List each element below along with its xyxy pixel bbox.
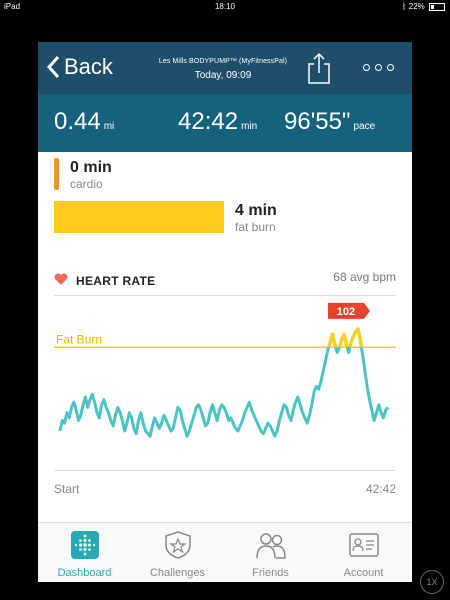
chart-start-label: Start — [54, 482, 80, 496]
share-icon — [308, 52, 330, 84]
battery-icon — [429, 2, 445, 11]
distance-stat: 0.44 mi — [54, 108, 114, 136]
chart-baseline — [54, 470, 396, 471]
more-dot-icon — [387, 64, 394, 71]
chevron-left-icon — [46, 55, 60, 79]
fat-burn-line-label: Fat Burn — [56, 332, 102, 346]
tab-dashboard[interactable]: Dashboard — [38, 523, 131, 582]
heart-rate-avg: 68 avg bpm — [333, 270, 396, 284]
section-divider — [54, 295, 396, 296]
share-button[interactable] — [306, 51, 332, 90]
fat-burn-bar — [54, 201, 224, 233]
duration-stat: 42:42 min — [178, 108, 257, 136]
app-window: Back Les Mills BODYPUMP™ (MyFitnessPal) … — [38, 42, 412, 582]
more-dot-icon — [363, 64, 370, 71]
pace-value: 96'55" — [284, 108, 351, 135]
tab-account[interactable]: Account — [317, 523, 410, 582]
activity-title: Les Mills BODYPUMP™ (MyFitnessPal) Today… — [138, 58, 308, 81]
battery-percent: 22% — [408, 2, 425, 11]
stats-bar: 0.44 mi 42:42 min 96'55" pace — [38, 94, 412, 152]
battery-status: ᛒ 22% — [402, 2, 445, 11]
heart-rate-header: HEART RATE 68 avg bpm — [54, 270, 396, 294]
peak-value: 102 — [337, 306, 355, 318]
status-bar: iPad 18:10 ᛒ 22% — [0, 0, 450, 14]
more-dot-icon — [375, 64, 382, 71]
cardio-value: 0 min — [70, 159, 112, 176]
friends-icon — [256, 533, 286, 559]
fat-burn-value: 4 min — [235, 202, 277, 219]
activity-time: Today, 09:09 — [194, 70, 252, 81]
tab-challenges[interactable]: Challenges — [131, 523, 224, 582]
distance-unit: mi — [103, 121, 115, 132]
tab-account-label: Account — [343, 567, 384, 579]
challenges-icon — [165, 531, 191, 559]
account-icon — [349, 533, 379, 557]
bluetooth-icon: ᛒ — [401, 2, 407, 11]
tab-friends[interactable]: Friends — [224, 523, 317, 582]
zoom-toggle-button[interactable]: 1X — [420, 570, 444, 594]
fat-burn-label: fat burn — [235, 220, 276, 234]
more-options-button[interactable] — [363, 64, 394, 71]
activity-name: Les Mills BODYPUMP™ (MyFitnessPal) — [158, 58, 288, 65]
back-button[interactable]: Back — [46, 54, 113, 80]
dashboard-icon — [71, 531, 99, 559]
chart-end-label: 42:42 — [365, 482, 396, 496]
tab-dashboard-label: Dashboard — [57, 567, 112, 579]
status-time: 18:10 — [214, 2, 236, 11]
tab-bar: Dashboard Challenges Friends Account — [38, 522, 412, 582]
tab-challenges-label: Challenges — [149, 567, 206, 579]
cardio-bar — [54, 158, 59, 190]
heart-rate-chart: Fat Burn 102 — [54, 302, 396, 438]
back-label: Back — [64, 54, 113, 79]
header: Back Les Mills BODYPUMP™ (MyFitnessPal) … — [38, 42, 412, 94]
pace-unit: pace — [353, 121, 376, 132]
distance-value: 0.44 — [54, 108, 101, 135]
pace-stat: 96'55" pace — [284, 108, 375, 136]
duration-unit: min — [241, 121, 258, 132]
heart-rate-title: HEART RATE — [76, 274, 156, 288]
duration-value: 42:42 — [178, 108, 239, 135]
heart-icon — [54, 273, 68, 285]
cardio-label: cardio — [70, 177, 103, 191]
tab-friends-label: Friends — [252, 567, 289, 579]
